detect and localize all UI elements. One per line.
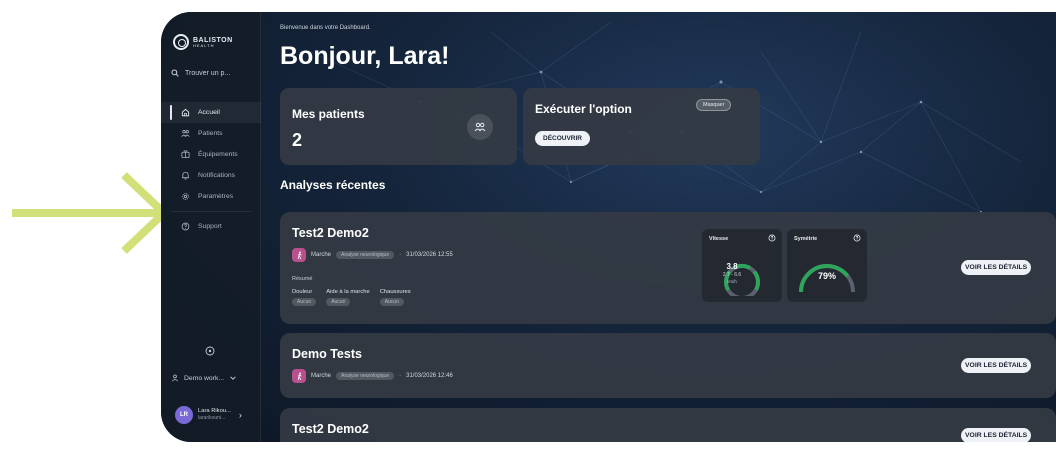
view-details-button[interactable]: VOIR LES DÉTAILS: [961, 260, 1032, 275]
sidebar-divider: [171, 211, 251, 212]
speed-label: Vitesse: [709, 236, 729, 242]
chevron-down-icon: [230, 376, 236, 380]
analysis-datetime: 31/03/2026 12:46: [406, 373, 453, 379]
welcome-text: Bienvenue dans votre Dashboard.: [280, 25, 371, 31]
walking-icon: [292, 248, 306, 262]
gear-icon: [182, 193, 189, 200]
analysis-card[interactable]: Test2 Demo2 VOIR LES DÉTAILS: [280, 408, 1056, 442]
speed-value: 3.8: [726, 262, 738, 271]
analysis-type-badge: Analyse neurologique: [336, 372, 395, 380]
sidebar-item-equipements[interactable]: Équipements: [161, 144, 261, 165]
brand-logo[interactable]: BALISTON HEALTH: [173, 34, 233, 50]
brand-tagline: HEALTH: [193, 42, 215, 48]
avatar: LR: [175, 406, 193, 424]
recent-analyses-title: Analyses récentes: [280, 178, 386, 192]
sidebar: BALISTON HEALTH Trouver un p... Accueil …: [161, 12, 261, 442]
symptom-label: Chaussures: [379, 289, 411, 295]
bell-icon: [182, 171, 189, 180]
separator-dot: ·: [399, 252, 402, 258]
patients-group-icon: [467, 114, 493, 140]
symptom-item: Chaussures Aucun: [379, 289, 411, 306]
user-icon: [171, 374, 179, 382]
sidebar-item-parametres[interactable]: Paramètres: [161, 186, 261, 207]
execute-option-label: Exécuter l'option: [535, 102, 632, 116]
analysis-patient-name: Test2 Demo2: [292, 422, 369, 436]
sidebar-item-label: Paramètres: [198, 193, 234, 200]
symmetry-metric-card: Symétrie 79%: [787, 229, 867, 302]
discover-button[interactable]: DÉCOUVRIR: [535, 131, 591, 146]
symptom-label: Douleur: [292, 289, 313, 295]
sidebar-item-label: Notifications: [198, 172, 236, 179]
analysis-card[interactable]: Demo Tests Marche Analyse neurologique ·…: [280, 333, 1056, 398]
analysis-type-badge: Analyse neurologique: [336, 251, 395, 259]
sidebar-item-support[interactable]: Support: [161, 216, 261, 237]
symptom-item: Douleur Aucun: [292, 289, 317, 306]
search-label: Trouver un p...: [185, 69, 231, 77]
user-name: Lara Rikou...: [198, 408, 231, 415]
users-icon: [181, 130, 190, 137]
chevron-right-icon: ›: [238, 410, 242, 420]
patients-card[interactable]: Mes patients 2: [280, 88, 517, 165]
analysis-card[interactable]: Test2 Demo2 Marche Analyse neurologique …: [280, 212, 1056, 324]
symptom-value: Aucun: [292, 298, 317, 306]
sidebar-item-label: Équipements: [198, 151, 238, 158]
workspace-label: Demo work...: [184, 374, 225, 382]
sidebar-nav: Accueil Patients Équipements Notificatio…: [161, 102, 261, 237]
view-details-button[interactable]: VOIR LES DÉTAILS: [961, 358, 1032, 373]
view-details-button[interactable]: VOIR LES DÉTAILS: [961, 428, 1032, 442]
patient-search[interactable]: Trouver un p...: [171, 64, 255, 82]
sidebar-item-label: Support: [198, 223, 222, 230]
analysis-activity: Marche: [311, 373, 332, 379]
app-window: BALISTON HEALTH Trouver un p... Accueil …: [161, 12, 1056, 442]
speed-unit: km/h: [727, 279, 737, 284]
search-icon: [171, 69, 179, 77]
analysis-patient-name: Demo Tests: [292, 347, 362, 361]
symptom-label: Aide à la marche: [326, 289, 370, 295]
analysis-patient-name: Test2 Demo2: [292, 226, 369, 240]
sidebar-item-patients[interactable]: Patients: [161, 123, 261, 144]
symmetry-value: 79%: [817, 271, 836, 281]
speed-range: 2.7 - 6.6: [722, 272, 742, 278]
user-email: lararikouni...: [198, 415, 226, 422]
help-circle-icon: [181, 222, 190, 231]
analysis-datetime: 31/03/2026 12:55: [406, 252, 453, 258]
workspace-selector[interactable]: Demo work...: [171, 374, 237, 382]
sidebar-item-label: Accueil: [198, 109, 220, 116]
symmetry-label: Symétrie: [794, 236, 818, 242]
device-icon: [181, 150, 190, 159]
symptom-value: Aucun: [326, 298, 351, 306]
sidebar-item-accueil[interactable]: Accueil: [161, 102, 261, 123]
info-icon[interactable]: [853, 234, 861, 242]
speed-metric-card: Vitesse 3.8 2.7 - 6.6 km/h: [702, 229, 782, 302]
walking-icon: [292, 369, 306, 383]
user-menu[interactable]: LR Lara Rikou... lararikouni... ›: [175, 406, 242, 424]
home-icon: [181, 108, 190, 117]
compass-icon[interactable]: [205, 346, 215, 356]
separator-dot: ·: [399, 373, 402, 379]
speed-gauge: [724, 263, 760, 296]
symptom-value: Aucun: [379, 298, 404, 306]
symptom-item: Aide à la marche Aucun: [326, 289, 370, 306]
page-title: Bonjour, Lara!: [280, 42, 450, 70]
analysis-activity: Marche: [311, 252, 332, 258]
patients-card-label: Mes patients: [292, 107, 365, 121]
summary-symptoms: Douleur Aucun Aide à la marche Aucun Cha…: [292, 289, 411, 306]
execute-option-card: Exécuter l'option Masquer DÉCOUVRIR: [523, 88, 760, 165]
pointer-arrow-icon: [12, 172, 170, 254]
info-icon[interactable]: [768, 234, 776, 242]
patients-count: 2: [292, 130, 303, 150]
logo-icon: [173, 34, 189, 50]
sidebar-item-notifications[interactable]: Notifications: [161, 165, 261, 186]
sidebar-item-label: Patients: [198, 130, 223, 137]
hide-button[interactable]: Masquer: [696, 99, 732, 111]
summary-label: Résumé: [292, 276, 313, 282]
